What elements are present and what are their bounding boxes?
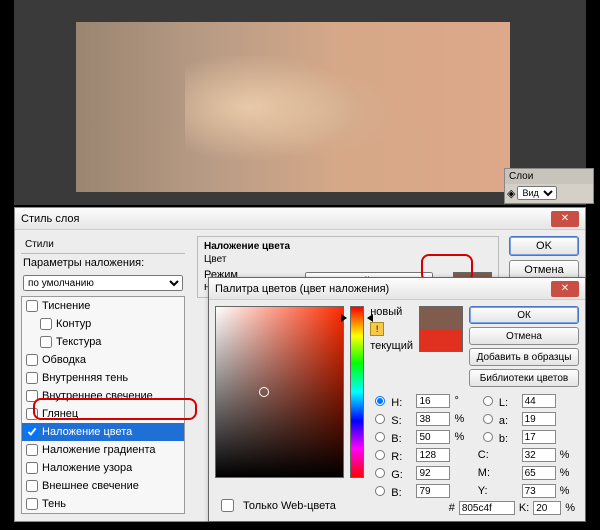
new-current-swatches — [419, 306, 463, 352]
gamut-warning-icon[interactable]: ! — [370, 322, 384, 336]
layers-panel[interactable]: Слои ◈ Вид — [504, 168, 594, 204]
styles-sidebar: Стили Параметры наложения: по умолчанию … — [15, 230, 191, 521]
effect-label: Внешнее свечение — [42, 480, 139, 492]
r-radio[interactable] — [375, 450, 385, 460]
layers-mode-select[interactable]: Вид — [517, 186, 557, 200]
effect-item[interactable]: Обводка — [22, 351, 184, 369]
canvas-area — [14, 0, 586, 205]
h-input[interactable] — [416, 394, 450, 408]
effect-checkbox[interactable] — [26, 462, 38, 474]
effect-checkbox[interactable] — [26, 300, 38, 312]
s-radio[interactable] — [375, 414, 385, 424]
effect-label: Наложение цвета — [42, 426, 132, 438]
hue-slider[interactable] — [350, 306, 364, 478]
effect-item[interactable]: Тень — [22, 495, 184, 513]
color-values-grid: H:° L: S:% a: B:% b: R: C:% G: M:% B: Y:… — [370, 393, 579, 499]
effect-item[interactable]: Внутренняя тень — [22, 369, 184, 387]
color-libraries-button[interactable]: Библиотеки цветов — [469, 369, 579, 387]
bb-radio[interactable] — [375, 486, 385, 496]
layers-tab[interactable]: Слои — [505, 169, 593, 184]
picker-titlebar[interactable]: Палитра цветов (цвет наложения) ✕ — [209, 278, 585, 300]
effect-label: Тень — [42, 498, 66, 510]
new-color-swatch[interactable] — [420, 307, 462, 329]
effect-item[interactable]: Наложение узора — [22, 459, 184, 477]
effect-item[interactable]: Наложение цвета — [22, 423, 184, 441]
b2-input[interactable] — [522, 430, 556, 444]
effect-label: Глянец — [42, 408, 78, 420]
effect-checkbox[interactable] — [40, 318, 52, 330]
effect-label: Обводка — [42, 354, 86, 366]
effect-item[interactable]: Тиснение — [22, 297, 184, 315]
b2-radio[interactable] — [483, 432, 493, 442]
picker-cancel-button[interactable]: Отмена — [469, 327, 579, 345]
effect-label: Наложение градиента — [42, 444, 156, 456]
titlebar[interactable]: Стиль слоя ✕ — [15, 208, 585, 230]
effect-checkbox[interactable] — [26, 480, 38, 492]
effect-label: Наложение узора — [42, 462, 132, 474]
bv-input[interactable] — [416, 430, 450, 444]
l-radio[interactable] — [483, 396, 493, 406]
hex-input[interactable] — [459, 501, 515, 515]
h-radio[interactable] — [375, 396, 385, 406]
g-input[interactable] — [416, 466, 450, 480]
color-sublabel: Цвет — [204, 254, 492, 265]
hex-label: # — [449, 502, 455, 514]
color-picker-dialog: Палитра цветов (цвет наложения) ✕ новый … — [208, 277, 586, 522]
color-field[interactable] — [215, 306, 344, 478]
a-input[interactable] — [522, 412, 556, 426]
effect-item[interactable]: Текстура — [22, 333, 184, 351]
preset-select[interactable]: по умолчанию — [23, 275, 183, 291]
preset-label: Параметры наложения: — [23, 257, 144, 269]
hue-pointer[interactable] — [347, 314, 367, 322]
picker-ok-button[interactable]: ОК — [469, 306, 579, 324]
a-radio[interactable] — [483, 414, 493, 424]
b-radio[interactable] — [375, 432, 385, 442]
g-radio[interactable] — [375, 468, 385, 478]
effect-label: Текстура — [56, 336, 101, 348]
effect-checkbox[interactable] — [26, 498, 38, 510]
s-input[interactable] — [416, 412, 450, 426]
document-photo[interactable] — [76, 22, 510, 192]
effect-checkbox[interactable] — [26, 408, 38, 420]
current-label: текущий — [370, 340, 413, 352]
effect-label: Внутреннее свечение — [42, 390, 153, 402]
effect-item[interactable]: Глянец — [22, 405, 184, 423]
dialog-buttons: OK Отмена — [509, 236, 579, 280]
effect-item[interactable]: Наложение градиента — [22, 441, 184, 459]
web-only-checkbox[interactable] — [221, 499, 234, 512]
effect-item[interactable]: Внутреннее свечение — [22, 387, 184, 405]
new-label: новый — [370, 306, 413, 318]
effect-checkbox[interactable] — [40, 336, 52, 348]
bb-input[interactable] — [416, 484, 450, 498]
dialog-title: Стиль слоя — [21, 213, 551, 225]
effect-item[interactable]: Внешнее свечение — [22, 477, 184, 495]
effect-label: Контур — [56, 318, 91, 330]
y-input[interactable] — [522, 484, 556, 498]
effect-checkbox[interactable] — [26, 372, 38, 384]
effects-list: Тиснение Контур Текстура Обводка Внутренняя … — [21, 296, 185, 514]
effect-checkbox[interactable] — [26, 354, 38, 366]
l-input[interactable] — [522, 394, 556, 408]
web-only-label: Только Web-цвета — [243, 500, 336, 512]
effect-checkbox[interactable] — [26, 426, 38, 438]
eye-icon[interactable]: ◈ — [507, 187, 515, 200]
m-input[interactable] — [522, 466, 556, 480]
current-color-swatch[interactable] — [420, 329, 462, 351]
effect-checkbox[interactable] — [26, 444, 38, 456]
close-icon[interactable]: ✕ — [551, 211, 579, 227]
effect-checkbox[interactable] — [26, 390, 38, 402]
color-cursor[interactable] — [259, 387, 269, 397]
k-input[interactable] — [533, 501, 561, 515]
effect-label: Внутренняя тень — [42, 372, 128, 384]
c-input[interactable] — [522, 448, 556, 462]
overlay-title: Наложение цвета — [204, 241, 492, 252]
picker-close-icon[interactable]: ✕ — [551, 281, 579, 297]
r-input[interactable] — [416, 448, 450, 462]
styles-header: Стили — [21, 236, 185, 254]
ok-button[interactable]: OK — [509, 236, 579, 256]
add-swatch-button[interactable]: Добавить в образцы — [469, 348, 579, 366]
effect-label: Тиснение — [42, 300, 90, 312]
effect-item[interactable]: Контур — [22, 315, 184, 333]
picker-title: Палитра цветов (цвет наложения) — [215, 283, 551, 295]
